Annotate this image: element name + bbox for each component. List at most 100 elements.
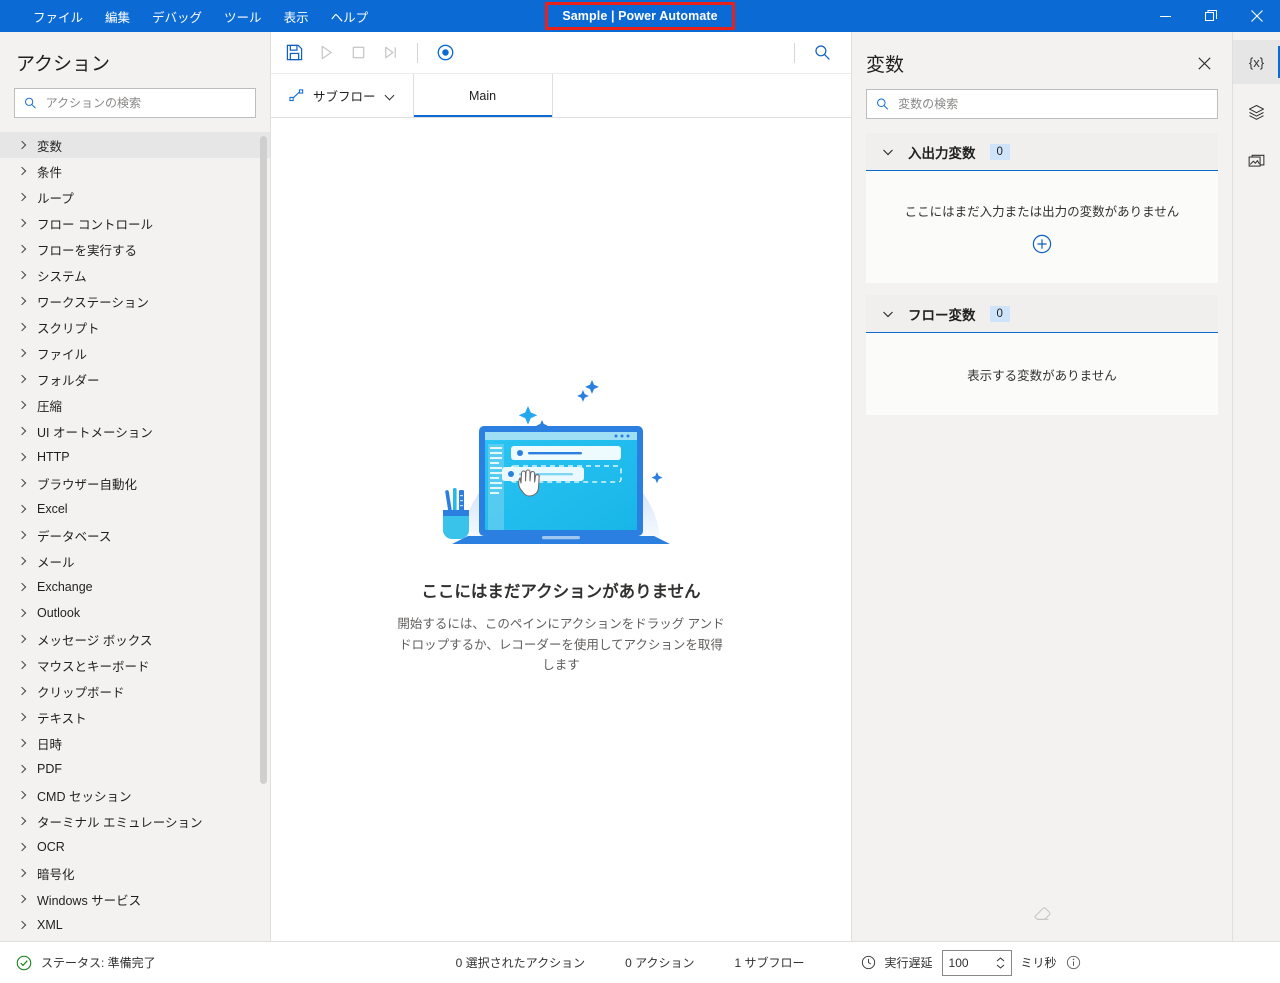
stop-icon <box>352 46 364 59</box>
flow-canvas[interactable]: ここにはまだアクションがありません 開始するには、このペインにアクションをドラッ… <box>271 118 851 941</box>
chevron-right-icon <box>18 687 27 696</box>
main-body: アクション 変数条件ループフロー コントロールフローを実行するシステムワークステ… <box>0 32 1280 941</box>
action-category-row[interactable]: テキスト <box>0 704 270 730</box>
toolbar-divider-2 <box>794 42 795 63</box>
variables-search-input[interactable] <box>898 97 1208 111</box>
step-button[interactable] <box>375 38 405 68</box>
action-category-row[interactable]: メール <box>0 548 270 574</box>
save-icon <box>286 44 302 61</box>
power-automate-window: ファイル 編集 デバッグ ツール 表示 ヘルプ Sample | Power A… <box>0 0 1280 983</box>
action-category-row[interactable]: マウスとキーボード <box>0 652 270 678</box>
action-category-row[interactable]: ワークステーション <box>0 288 270 314</box>
actions-search-box[interactable] <box>14 88 256 118</box>
images-icon <box>1248 154 1265 167</box>
io-variables-label: 入出力変数 <box>908 145 976 161</box>
action-category-row[interactable]: XML <box>0 912 270 938</box>
run-delay-spinner[interactable] <box>941 949 1012 976</box>
tab-main-label: Main <box>468 88 497 103</box>
action-category-row[interactable]: 日時 <box>0 730 270 756</box>
action-category-row[interactable]: Outlook <box>0 600 270 626</box>
action-category-label: OCR <box>37 840 65 854</box>
action-category-row[interactable]: ファイル <box>0 340 270 366</box>
action-category-label: XML <box>37 918 63 932</box>
action-category-row[interactable]: Windows サービス <box>0 886 270 912</box>
menu-file[interactable]: ファイル <box>22 0 94 32</box>
io-variables-header[interactable]: 入出力変数 0 <box>866 133 1218 171</box>
variables-pane-title: 変数 <box>866 54 905 76</box>
action-category-row[interactable]: フロー コントロール <box>0 210 270 236</box>
add-variable-button[interactable] <box>1032 234 1052 254</box>
actions-list[interactable]: 変数 条件ループフロー コントロール フローを実行する システム ワークステーションスク… <box>0 132 270 941</box>
action-category-row[interactable]: PDF <box>0 756 270 782</box>
actions-search-input[interactable] <box>45 96 246 110</box>
save-button[interactable] <box>279 38 309 68</box>
action-category-label: PDF <box>37 762 62 776</box>
action-category-label: ブラウザー自動化 <box>37 477 138 492</box>
action-category-label: ループ <box>37 191 74 206</box>
action-category-row[interactable]: 条件 <box>0 158 270 184</box>
subflow-dropdown[interactable]: サブフロー <box>271 74 414 117</box>
window-controls <box>1142 0 1280 32</box>
chevron-right-icon <box>18 427 27 436</box>
eraser-icon[interactable] <box>1032 903 1052 923</box>
action-category-row[interactable]: Excel <box>0 496 270 522</box>
action-category-row[interactable]: スクリプト <box>0 314 270 340</box>
run-delay-input[interactable] <box>948 955 993 970</box>
tab-main[interactable]: Main <box>413 74 553 117</box>
status-bar: ステータス: 準備完了 0 選択されたアクション 0 アクション 1 サブフロー… <box>0 941 1280 983</box>
menu-view[interactable]: 表示 <box>273 0 320 32</box>
minimize-button[interactable] <box>1142 0 1188 32</box>
chevron-right-icon <box>18 323 27 332</box>
menu-debug[interactable]: デバッグ <box>141 0 213 32</box>
stop-button[interactable] <box>343 38 373 68</box>
close-button[interactable] <box>1234 0 1280 32</box>
rail-ui-elements-button[interactable] <box>1233 90 1280 134</box>
chevron-right-icon <box>18 167 27 176</box>
action-category-label: 圧縮 <box>37 399 63 414</box>
search-icon <box>814 45 830 60</box>
variables-search-box[interactable] <box>866 89 1218 119</box>
action-category-row[interactable]: Exchange <box>0 574 270 600</box>
action-category-row[interactable]: 暗号化 <box>0 860 270 886</box>
action-category-row[interactable]: HTTP <box>0 444 270 470</box>
menu-help[interactable]: ヘルプ <box>320 0 380 32</box>
menu-tools[interactable]: ツール <box>213 0 273 32</box>
chevron-down-icon[interactable] <box>996 964 1005 969</box>
action-category-row[interactable]: フォルダー <box>0 366 270 392</box>
recorder-button[interactable] <box>430 38 460 68</box>
action-category-row[interactable]: 変数 <box>0 132 270 158</box>
action-category-row[interactable]: ターミナル エミュレーション <box>0 808 270 834</box>
action-category-row[interactable]: クリップボード <box>0 678 270 704</box>
action-category-row[interactable]: データベース <box>0 522 270 548</box>
action-category-row[interactable]: ループ <box>0 184 270 210</box>
action-category-row[interactable]: 圧縮 <box>0 392 270 418</box>
info-icon[interactable] <box>1066 955 1081 970</box>
rail-images-button[interactable] <box>1233 140 1280 184</box>
clear-variables-container <box>852 903 1232 923</box>
close-icon <box>1197 56 1211 70</box>
variables-pane-close-button[interactable] <box>1190 49 1218 77</box>
spinner-arrows[interactable] <box>993 956 1005 969</box>
rail-variables-button[interactable]: {x} <box>1232 40 1280 84</box>
action-category-row[interactable]: メッセージ ボックス <box>0 626 270 652</box>
action-category-row[interactable]: OCR <box>0 834 270 860</box>
action-category-row[interactable]: システム <box>0 262 270 288</box>
restore-button[interactable] <box>1188 0 1234 32</box>
run-button[interactable] <box>311 38 341 68</box>
flow-variables-empty-message: 表示する変数がありません <box>967 368 1117 383</box>
action-category-label: スクリプト <box>37 321 100 336</box>
menu-edit[interactable]: 編集 <box>94 0 141 32</box>
status-left: ステータス: 準備完了 <box>16 954 156 971</box>
action-category-row[interactable]: UI オートメーション <box>0 418 270 444</box>
workspace-search-button[interactable] <box>807 38 837 68</box>
actions-pane: アクション 変数条件ループフロー コントロールフローを実行するシステムワークステ… <box>0 32 271 941</box>
action-category-row[interactable]: ブラウザー自動化 <box>0 470 270 496</box>
action-category-row[interactable]: フローを実行する <box>0 236 270 262</box>
status-text: ステータス: 準備完了 <box>41 956 156 970</box>
flow-variables-label: フロー変数 <box>908 307 976 323</box>
chevron-up-icon[interactable] <box>996 956 1005 962</box>
chevron-down-icon <box>883 311 893 317</box>
action-category-row[interactable]: CMD セッション <box>0 782 270 808</box>
actions-list-scrollbar[interactable] <box>260 136 267 784</box>
flow-variables-header[interactable]: フロー変数 0 <box>866 295 1218 333</box>
